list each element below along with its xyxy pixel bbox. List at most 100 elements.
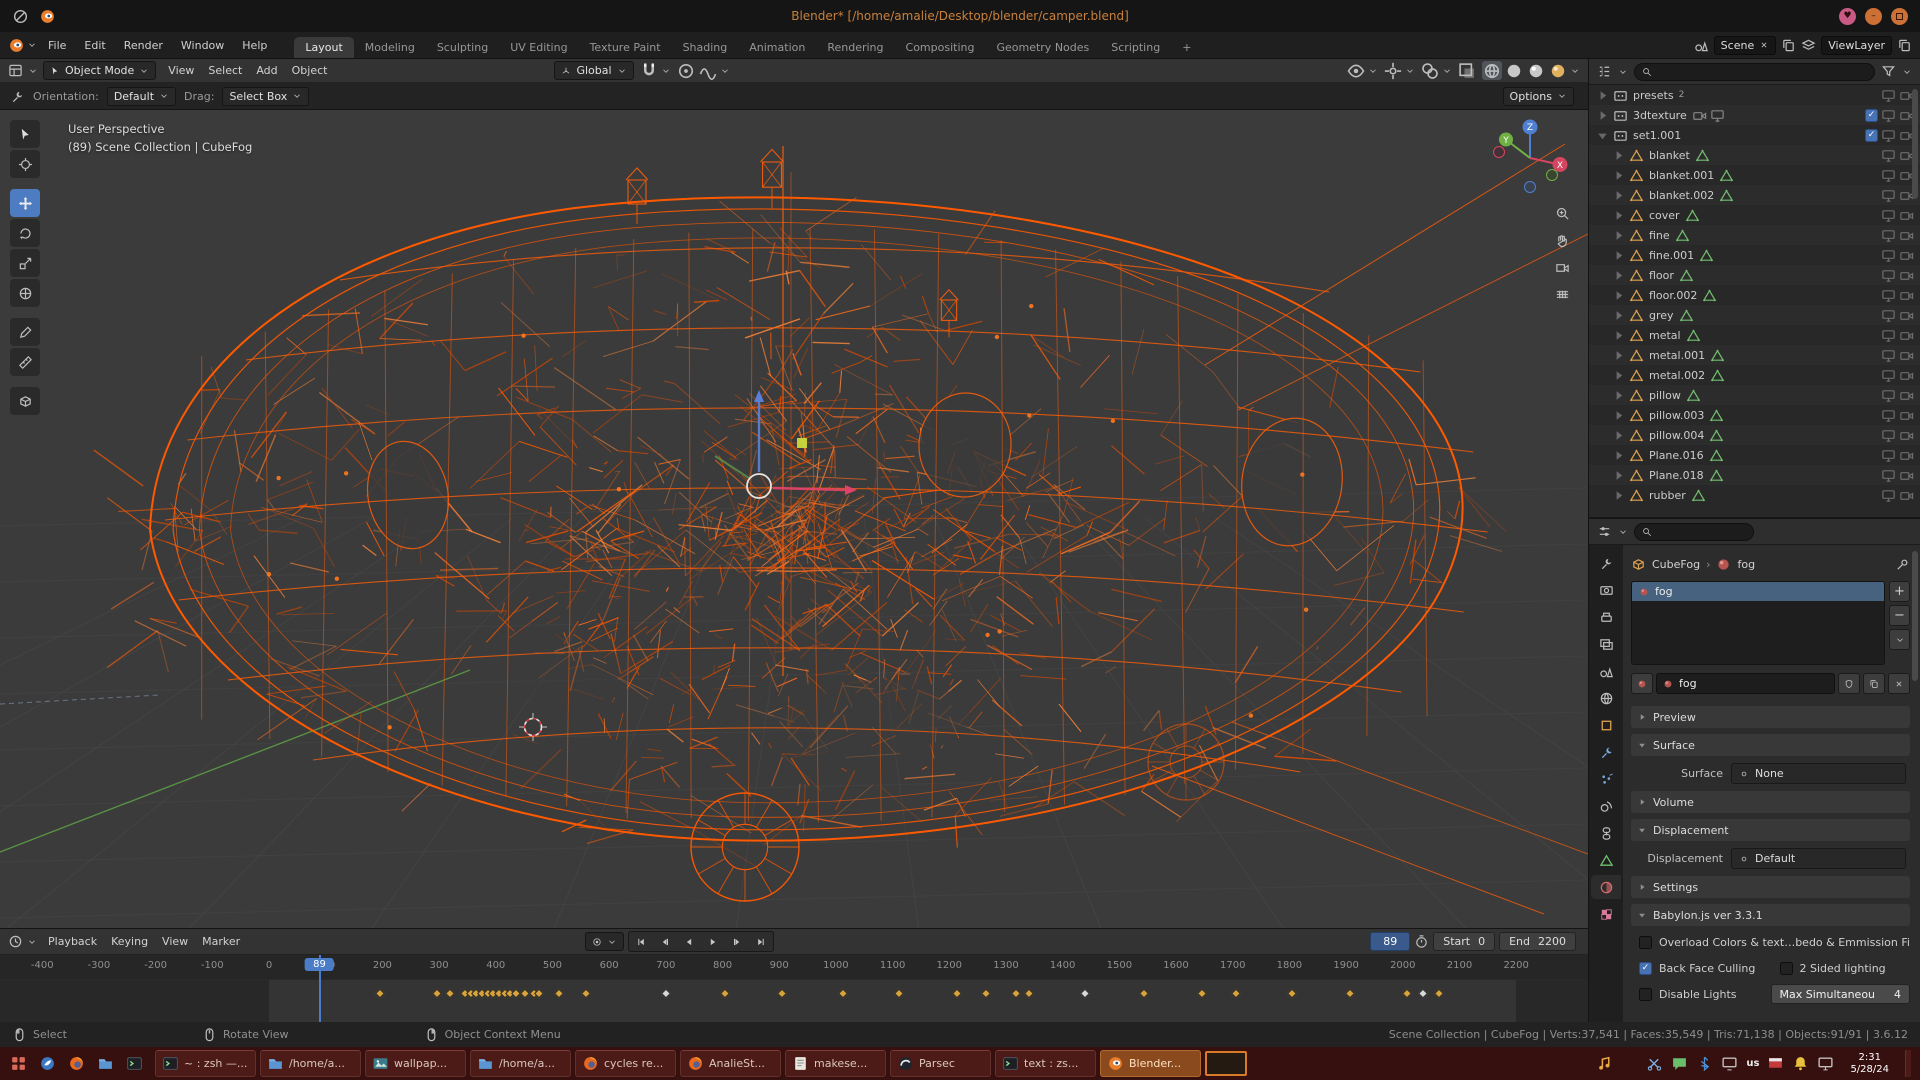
properties-tab-particles[interactable] <box>1591 767 1621 791</box>
outliner-row-floor[interactable]: floor <box>1589 265 1920 285</box>
display-icon[interactable] <box>1721 1055 1738 1072</box>
properties-tab-physics[interactable] <box>1591 794 1621 818</box>
outliner-search-input[interactable] <box>1634 63 1875 81</box>
tool-scale[interactable] <box>10 249 40 277</box>
launcher-app-grid[interactable] <box>5 1051 31 1077</box>
panel-volume[interactable]: Volume <box>1631 791 1910 813</box>
properties-tab-data[interactable] <box>1591 848 1621 872</box>
editor-type-icon[interactable] <box>8 63 23 78</box>
viewport-3d[interactable]: User Perspective (89) Scene Collection |… <box>0 110 1588 928</box>
panel-settings[interactable]: Settings <box>1631 876 1910 898</box>
properties-tab-tool[interactable] <box>1591 551 1621 575</box>
outliner-row-metal-001[interactable]: metal.001 <box>1589 345 1920 365</box>
monitor-icon[interactable] <box>1817 1055 1834 1072</box>
cam-icon[interactable] <box>1899 228 1914 243</box>
mon-icon[interactable] <box>1881 268 1896 283</box>
pan-hand-icon[interactable] <box>1555 233 1570 251</box>
taskbar-window-makese[interactable]: makese... <box>785 1050 886 1077</box>
cam-icon[interactable] <box>1899 348 1914 363</box>
outliner-row-blanket-001[interactable]: blanket.001 <box>1589 165 1920 185</box>
cam-icon[interactable] <box>1899 288 1914 303</box>
mon-icon[interactable] <box>1881 468 1896 483</box>
workspace-tab-animation[interactable]: Animation <box>738 37 816 58</box>
new-viewlayer-icon[interactable] <box>1897 38 1912 53</box>
keyframe-diamond[interactable] <box>1139 989 1149 999</box>
timeline-menu-view[interactable]: View <box>155 933 195 950</box>
launcher-browser[interactable] <box>63 1051 89 1077</box>
keyframe-diamond[interactable] <box>375 989 385 999</box>
cam-icon[interactable] <box>1899 388 1914 403</box>
menu-render[interactable]: Render <box>115 36 172 55</box>
outliner-row-fine-001[interactable]: fine.001 <box>1589 245 1920 265</box>
window-menu-icon[interactable] <box>12 8 29 25</box>
keyframe-diamond[interactable] <box>1287 989 1297 999</box>
keyframe-diamond[interactable] <box>1080 989 1090 999</box>
remove-slot-button[interactable]: − <box>1889 605 1910 626</box>
previous-keyframe-button[interactable] <box>653 932 677 951</box>
material-name-field[interactable]: fog <box>1656 673 1835 694</box>
timeline-menu-playback[interactable]: Playback <box>41 933 104 950</box>
pin-icon[interactable] <box>1895 557 1910 572</box>
viewport-menu-object[interactable]: Object <box>285 62 335 79</box>
stopwatch-icon[interactable] <box>1414 934 1429 949</box>
launcher-dash[interactable] <box>34 1051 60 1077</box>
viewport-menu-view[interactable]: View <box>161 62 201 79</box>
keyframe-diamond[interactable] <box>1024 989 1034 999</box>
outliner-row-cover[interactable]: cover <box>1589 205 1920 225</box>
disable-lights-checkbox[interactable] <box>1639 988 1652 1001</box>
outliner-editor-icon[interactable] <box>1597 64 1612 79</box>
keyframe-diamond[interactable] <box>1345 989 1355 999</box>
transform-orientation-dropdown[interactable]: Global <box>554 61 633 80</box>
collection-checkbox[interactable]: ✓ <box>1865 109 1878 122</box>
mon-icon[interactable] <box>1881 308 1896 323</box>
cam-icon[interactable] <box>1899 448 1914 463</box>
timeline-keyframe-area[interactable] <box>0 979 1588 1022</box>
bluetooth-icon[interactable] <box>1696 1055 1713 1072</box>
taskbar-window-text-zs[interactable]: text : zs... <box>995 1050 1096 1077</box>
timeline-menu-marker[interactable]: Marker <box>195 933 247 950</box>
scene-selector[interactable]: Scene <box>1714 36 1777 55</box>
printer-icon[interactable] <box>1621 1055 1638 1072</box>
menu-window[interactable]: Window <box>172 36 233 55</box>
mon-icon[interactable] <box>1881 388 1896 403</box>
chevron-down-icon[interactable] <box>661 66 671 76</box>
keyframe-diamond[interactable] <box>1418 989 1428 999</box>
jump-to-start-button[interactable] <box>629 932 653 951</box>
frame-end-field[interactable]: End2200 <box>1499 932 1576 951</box>
keyframe-diamond[interactable] <box>1011 989 1021 999</box>
object-visibility-icon[interactable] <box>1346 61 1366 80</box>
outliner-row-plane-016[interactable]: Plane.016 <box>1589 445 1920 465</box>
browse-viewlayer-icon[interactable] <box>1801 38 1816 53</box>
taskbar-window-cycles-re[interactable]: cycles re... <box>575 1050 676 1077</box>
toggle-xray-icon[interactable] <box>1457 61 1477 80</box>
timeline-editor-icon[interactable] <box>8 934 23 949</box>
new-material-button[interactable] <box>1863 673 1885 694</box>
show-gizmo-icon[interactable] <box>1383 61 1403 80</box>
add-slot-button[interactable]: + <box>1889 581 1910 602</box>
jump-to-end-button[interactable] <box>749 932 773 951</box>
workspace-tab-shading[interactable]: Shading <box>672 37 739 58</box>
properties-tab-scene[interactable] <box>1591 659 1621 683</box>
mon-icon[interactable] <box>1881 368 1896 383</box>
panel-displacement[interactable]: Displacement <box>1631 819 1910 841</box>
play-reverse-button[interactable] <box>677 932 701 951</box>
workspace-tab-layout[interactable]: Layout <box>294 37 353 58</box>
panel-babylon[interactable]: Babylon.js ver 3.3.1 <box>1631 904 1910 926</box>
cam-icon[interactable] <box>1899 408 1914 423</box>
workspace-tab-sculpting[interactable]: Sculpting <box>426 37 499 58</box>
show-desktop-button[interactable] <box>1905 1050 1911 1077</box>
properties-tab-object[interactable] <box>1591 713 1621 737</box>
panel-preview[interactable]: Preview <box>1631 706 1910 728</box>
mon-icon[interactable] <box>1881 208 1896 223</box>
outliner-row-pillow-004[interactable]: pillow.004 <box>1589 425 1920 445</box>
keyframe-diamond[interactable] <box>582 989 592 999</box>
properties-tab-constraints[interactable] <box>1591 821 1621 845</box>
unlink-material-button[interactable] <box>1888 673 1910 694</box>
tool-measure[interactable] <box>10 348 40 376</box>
keyframe-diamond[interactable] <box>952 989 962 999</box>
window-minimize-button[interactable]: – <box>1865 8 1882 25</box>
keyframe-diamond[interactable] <box>894 989 904 999</box>
workspace-tab-geometry-nodes[interactable]: Geometry Nodes <box>985 37 1100 58</box>
options-dropdown[interactable]: Options <box>1503 87 1574 106</box>
frame-start-field[interactable]: Start0 <box>1433 932 1495 951</box>
